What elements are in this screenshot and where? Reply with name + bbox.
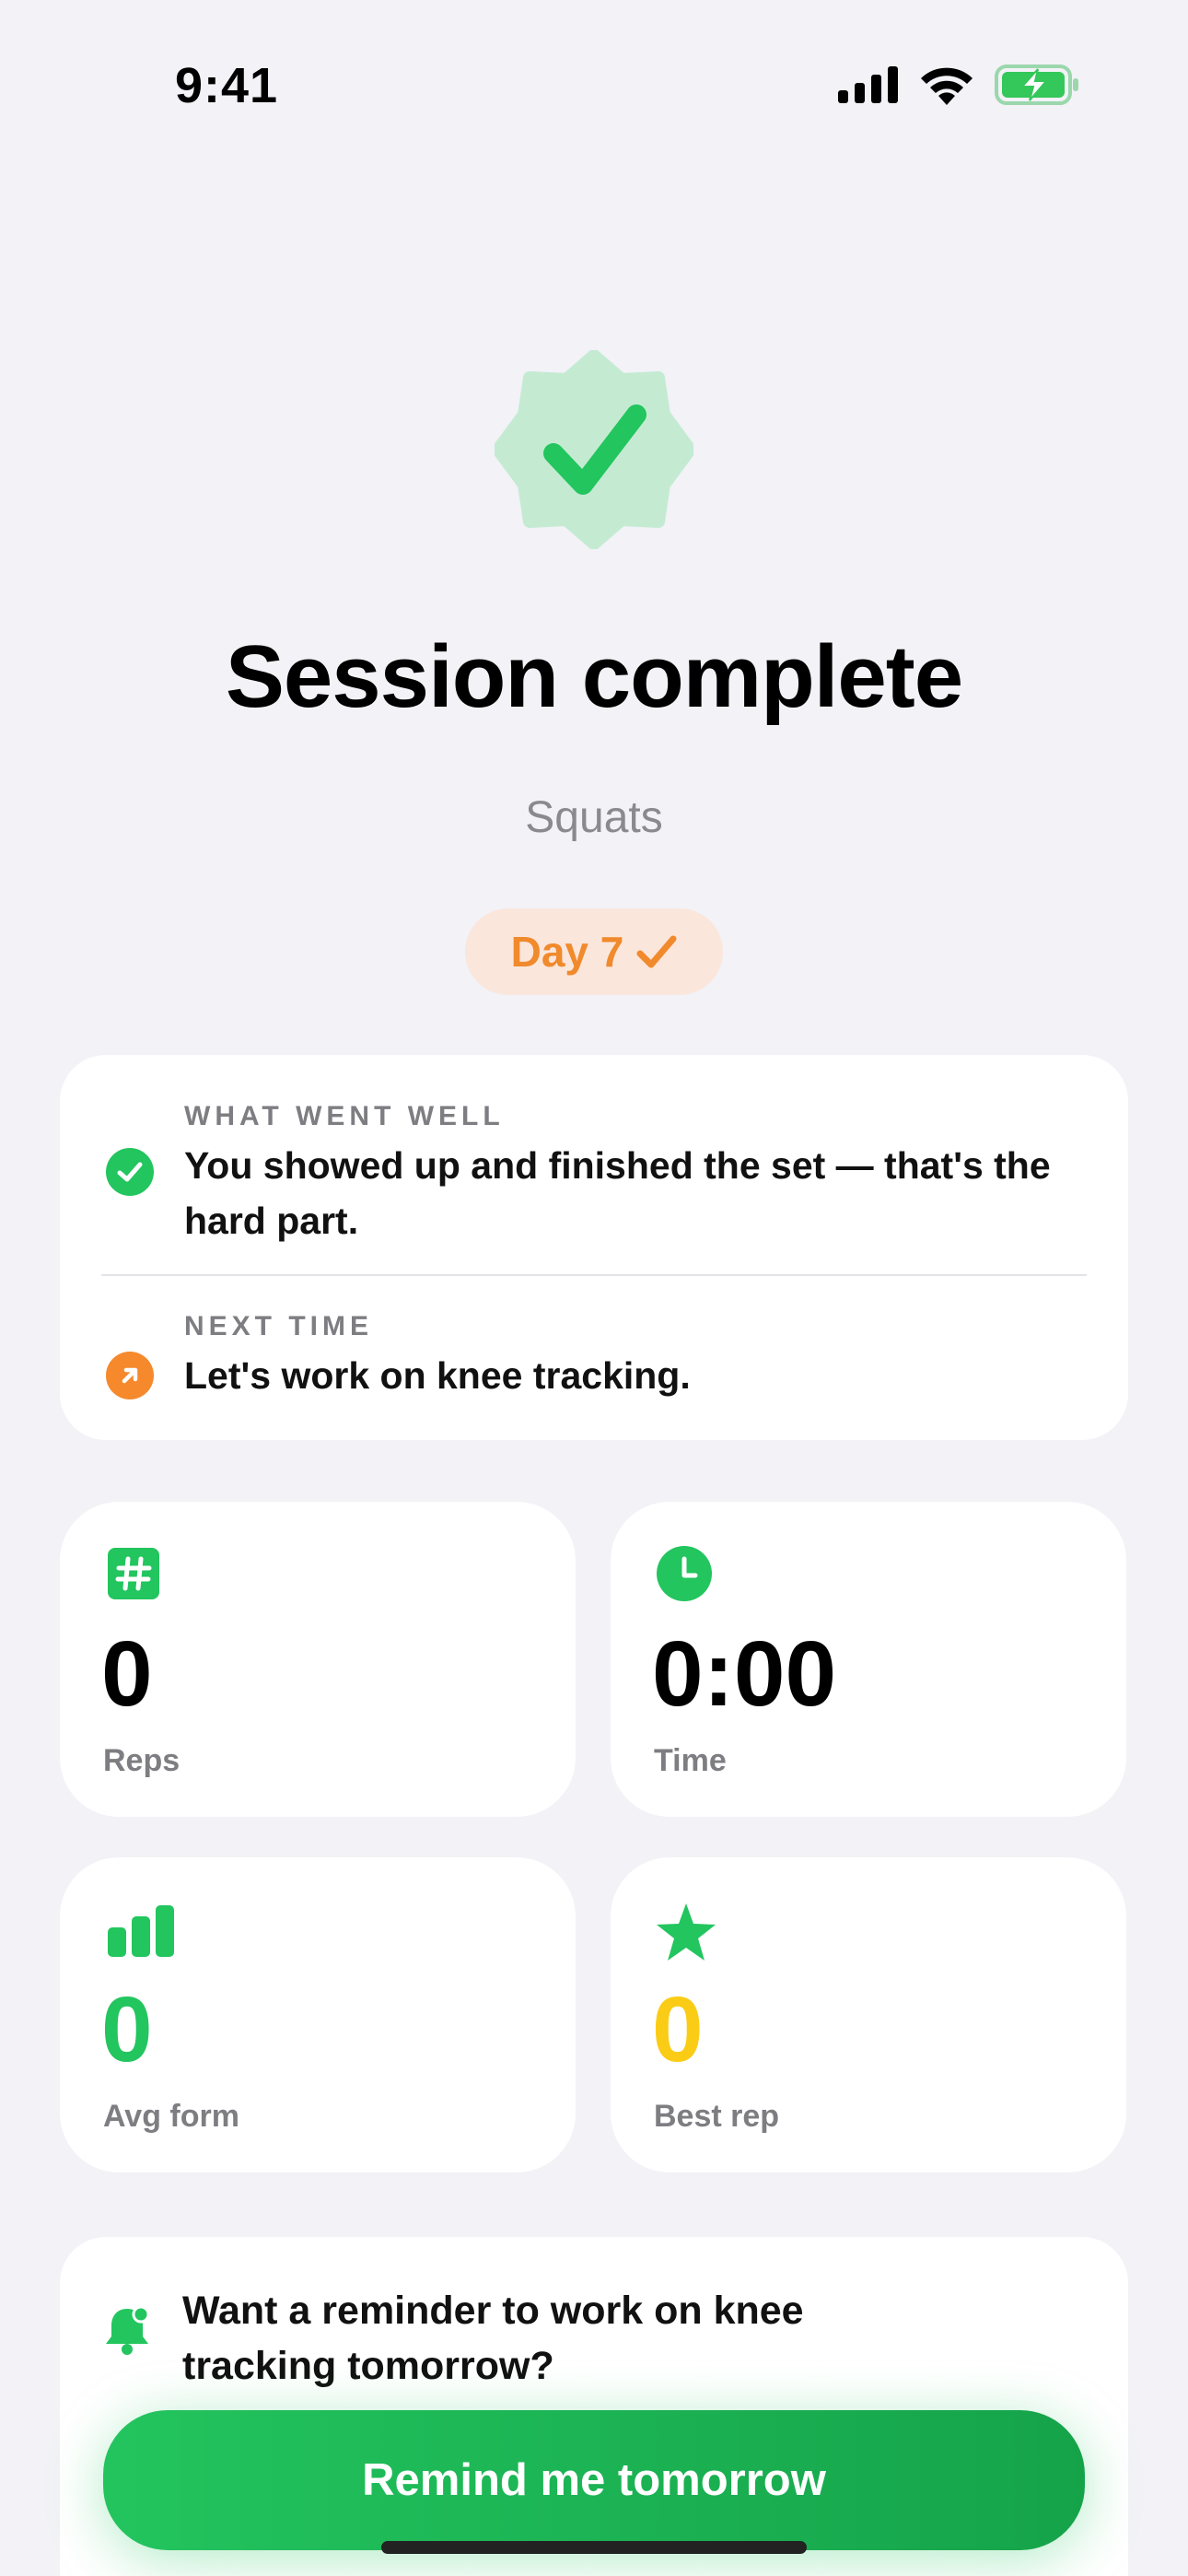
star-icon [657,1903,716,1961]
home-indicator [381,2541,807,2554]
exercise-name: Squats [525,793,663,842]
reminder-prompt: Want a reminder to work on knee tracking… [182,2289,804,2388]
reps-value: 0 [101,1622,153,1726]
remind-me-tomorrow-button[interactable]: Remind me tomorrow [103,2410,1085,2550]
battery-charging-icon [995,64,1078,105]
stat-tile-avg-form: 0 Avg form [60,1857,576,2172]
wifi-icon [921,67,973,105]
hash-icon [108,1548,159,1599]
clock-icon [657,1546,712,1601]
next-time-label: NEXT TIME [184,1311,374,1341]
arrow-up-right-circle-icon [106,1352,154,1399]
went-well-label: WHAT WENT WELL [184,1101,505,1131]
status-time: 9:41 [175,58,279,113]
stat-tile-best-rep: 0 Best rep [611,1857,1126,2172]
time-label: Time [654,1743,727,1778]
bell-icon [106,2305,150,2355]
success-badge-icon [495,350,693,549]
stat-tile-time: 0:00 Time [611,1502,1126,1817]
stat-tile-reps: 0 Reps [60,1502,576,1817]
best-rep-value: 0 [652,1978,704,2081]
reps-label: Reps [103,1743,181,1778]
session-complete-screen: 9:41 Session complete Squats Day 7 WHAT … [0,0,1188,2576]
avg-form-label: Avg form [103,2099,239,2134]
bar-chart-icon [108,1905,174,1957]
best-rep-label: Best rep [654,2099,780,2134]
checkmark-icon [636,935,677,968]
cellular-signal-icon [838,66,898,103]
status-icons [838,64,1079,105]
check-circle-icon [106,1148,154,1196]
avg-form-value: 0 [101,1978,153,2081]
day-streak-label: Day 7 [510,928,624,976]
divider [101,1274,1087,1276]
time-value: 0:00 [652,1622,837,1726]
went-well-text: You showed up and finished the set — tha… [184,1144,1051,1242]
feedback-card: WHAT WENT WELL You showed up and finishe… [60,1055,1128,1440]
day-streak-badge: Day 7 [465,908,723,995]
next-time-text: Let's work on knee tracking. [184,1354,691,1397]
page-title: Session complete [225,627,963,726]
